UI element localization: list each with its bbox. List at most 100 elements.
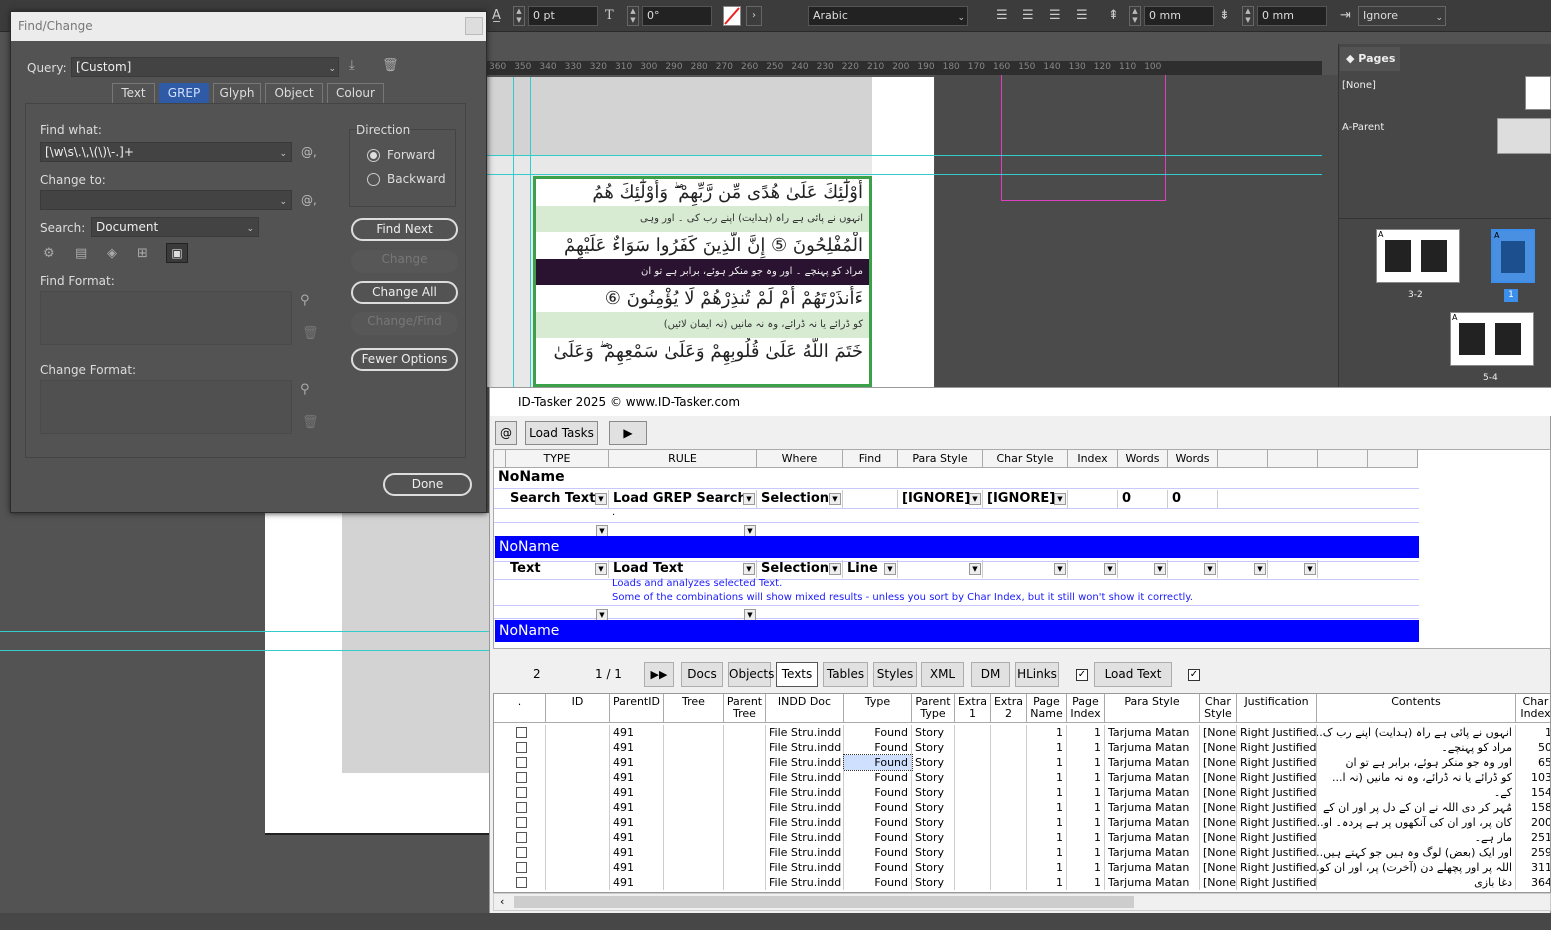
include-master-pages-icon[interactable]: ⊞: [137, 246, 148, 261]
row-checkbox[interactable]: [516, 742, 527, 753]
chevron-down-icon[interactable]: ▼: [1054, 493, 1066, 505]
type-cell[interactable]: Search Text ▼: [506, 490, 609, 508]
column-header[interactable]: Contents: [1317, 694, 1516, 723]
para-style-cell[interactable]: [IGNORE] ▼: [898, 490, 983, 508]
column-header[interactable]: Extra 1: [955, 694, 991, 723]
align-left-icon[interactable]: ☰: [996, 6, 1008, 26]
table-row[interactable]: 491 File Stru.indd Found Story 1 1 Tarjuma Mat…: [494, 875, 1550, 890]
spread-5-4-thumb[interactable]: A: [1450, 312, 1534, 366]
row-checkbox[interactable]: [516, 802, 527, 813]
char-style-cell[interactable]: [IGNORE] ▼: [983, 490, 1068, 508]
skew-spinner[interactable]: ▲ ▼: [627, 6, 639, 26]
table-row[interactable]: 491 File Stru.indd Found Story 1 1 Tarjuma Mat…: [494, 785, 1550, 800]
language-select[interactable]: Arabic ⌄: [808, 6, 968, 26]
tab-object[interactable]: Object: [265, 83, 323, 104]
column-header[interactable]: Extra 2: [991, 694, 1027, 723]
chevron-down-icon[interactable]: ▼: [595, 563, 607, 575]
find-next-button[interactable]: Find Next: [351, 218, 458, 241]
justify-icon[interactable]: ☰: [1049, 6, 1061, 26]
column-header[interactable]: Page Index: [1067, 694, 1105, 723]
change-format-box[interactable]: [40, 380, 292, 434]
column-header[interactable]: Type: [844, 694, 912, 723]
chevron-down-icon[interactable]: ▼: [1054, 563, 1066, 575]
chevron-down-icon[interactable]: ▼: [829, 563, 841, 575]
indent-left-field[interactable]: 0 mm: [1144, 6, 1214, 26]
change-button[interactable]: Change: [351, 250, 458, 273]
extra-cell[interactable]: ▼: [1218, 560, 1268, 578]
rule-cell[interactable]: Load GREP Search ▼: [609, 490, 757, 508]
row-checkbox[interactable]: [516, 727, 527, 738]
change-to-field[interactable]: ⌄: [40, 190, 292, 210]
column-header[interactable]: ID: [546, 694, 610, 723]
column-header[interactable]: Para Style: [1105, 694, 1200, 723]
row-select-cell[interactable]: [494, 725, 546, 740]
row-select-cell[interactable]: [494, 740, 546, 755]
clear-find-format-icon[interactable]: 🗑: [302, 326, 319, 341]
table-row[interactable]: 491 File Stru.indd Found Story 1 1 Tarjuma Mat…: [494, 800, 1550, 815]
play-icon[interactable]: ▶: [609, 421, 647, 445]
table-row[interactable]: 491 File Stru.indd Found Story 1 1 Tarjuma Mat…: [494, 740, 1550, 755]
tab-styles[interactable]: Styles: [873, 662, 917, 687]
spread-3-2-thumb[interactable]: A: [1376, 229, 1460, 283]
skew-field[interactable]: 0°: [642, 6, 712, 26]
specify-find-format-icon[interactable]: ⚲: [300, 293, 310, 308]
row-select-cell[interactable]: [494, 845, 546, 860]
find-cell[interactable]: Line ▼: [843, 560, 898, 578]
chevron-down-icon[interactable]: ▼: [1104, 563, 1116, 575]
include-locked-layers-icon[interactable]: ⚙: [43, 246, 55, 261]
pages-tab[interactable]: ◆ Pages: [1340, 47, 1400, 71]
backward-radio[interactable]: [367, 173, 380, 186]
column-header[interactable]: Parent Tree: [724, 694, 766, 723]
row-checkbox[interactable]: [516, 817, 527, 828]
quran-text-frame[interactable]: أُوْلَٰٓئِكَ عَلَىٰ هُدًى مِّن رَّبِّهِم…: [533, 176, 872, 387]
row-checkbox[interactable]: [516, 787, 527, 798]
tab-objects[interactable]: Objects: [728, 662, 774, 687]
find-format-box[interactable]: [40, 291, 292, 345]
indent-right-spinner[interactable]: ▲ ▼: [1242, 6, 1254, 26]
column-header[interactable]: Char Style: [1200, 694, 1237, 723]
ignore-select[interactable]: Ignore ⌄: [1358, 6, 1446, 26]
table-row[interactable]: 491 File Stru.indd Found Story 1 1 Tarjuma Mat…: [494, 830, 1550, 845]
chevron-down-icon[interactable]: ▼: [1154, 563, 1166, 575]
row-select-cell[interactable]: [494, 770, 546, 785]
chevron-down-icon[interactable]: ▼: [1204, 563, 1216, 575]
tab-texts[interactable]: Texts: [776, 662, 818, 687]
tracking-spinner[interactable]: ▲ ▼: [513, 6, 525, 26]
row-checkbox[interactable]: [516, 847, 527, 858]
save-query-icon[interactable]: ⤓: [349, 58, 355, 73]
group-bar[interactable]: NoName: [495, 536, 1419, 558]
checkbox[interactable]: ✓: [1076, 669, 1088, 681]
chevron-down-icon[interactable]: ▼: [969, 563, 981, 575]
type-cell[interactable]: Text ▼: [506, 560, 609, 578]
fewer-options-button[interactable]: Fewer Options: [351, 348, 458, 371]
tab-dm[interactable]: DM: [971, 662, 1010, 687]
column-header[interactable]: Parent Type: [912, 694, 955, 723]
query-select[interactable]: [Custom] ⌄: [71, 57, 339, 77]
group-bar[interactable]: NoName: [495, 620, 1419, 642]
tab-text[interactable]: Text: [112, 83, 155, 104]
column-header[interactable]: Char Index: [1516, 694, 1550, 723]
include-footnotes-icon[interactable]: ▣: [166, 243, 188, 263]
index-cell[interactable]: ▼: [1068, 560, 1118, 578]
close-button[interactable]: [465, 17, 483, 35]
change-find-button[interactable]: Change/Find: [351, 312, 458, 335]
chevron-down-icon[interactable]: ▼: [1254, 563, 1266, 575]
tab-docs[interactable]: Docs: [681, 662, 723, 687]
table-row[interactable]: 491 File Stru.indd Found Story 1 1 Tarjuma Mat…: [494, 845, 1550, 860]
extra-cell[interactable]: ▼: [1268, 560, 1318, 578]
chevron-down-icon[interactable]: ▼: [743, 563, 755, 575]
table-row[interactable]: 491 File Stru.indd Found Story 1 1 Tarjuma Mat…: [494, 860, 1550, 875]
checkbox[interactable]: ✓: [1188, 669, 1200, 681]
tab-glyph[interactable]: Glyph: [213, 83, 261, 104]
table-row[interactable]: 491 File Stru.indd Found Story 1 1 Tarjuma Mat…: [494, 815, 1550, 830]
justify-all-icon[interactable]: ☰: [1076, 6, 1088, 26]
special-chars-icon[interactable]: @,: [301, 145, 317, 159]
row-select-cell[interactable]: [494, 875, 546, 890]
specify-change-format-icon[interactable]: ⚲: [300, 382, 310, 397]
at-button[interactable]: @: [495, 421, 517, 445]
table-row[interactable]: 491 File Stru.indd Found Story 1 1 Tarjuma Mat…: [494, 754, 1550, 771]
column-header[interactable]: ParentID: [610, 694, 664, 723]
char-style-cell[interactable]: ▼: [983, 560, 1068, 578]
tab-grep[interactable]: GREP: [159, 83, 209, 104]
row-select-cell[interactable]: [494, 830, 546, 845]
